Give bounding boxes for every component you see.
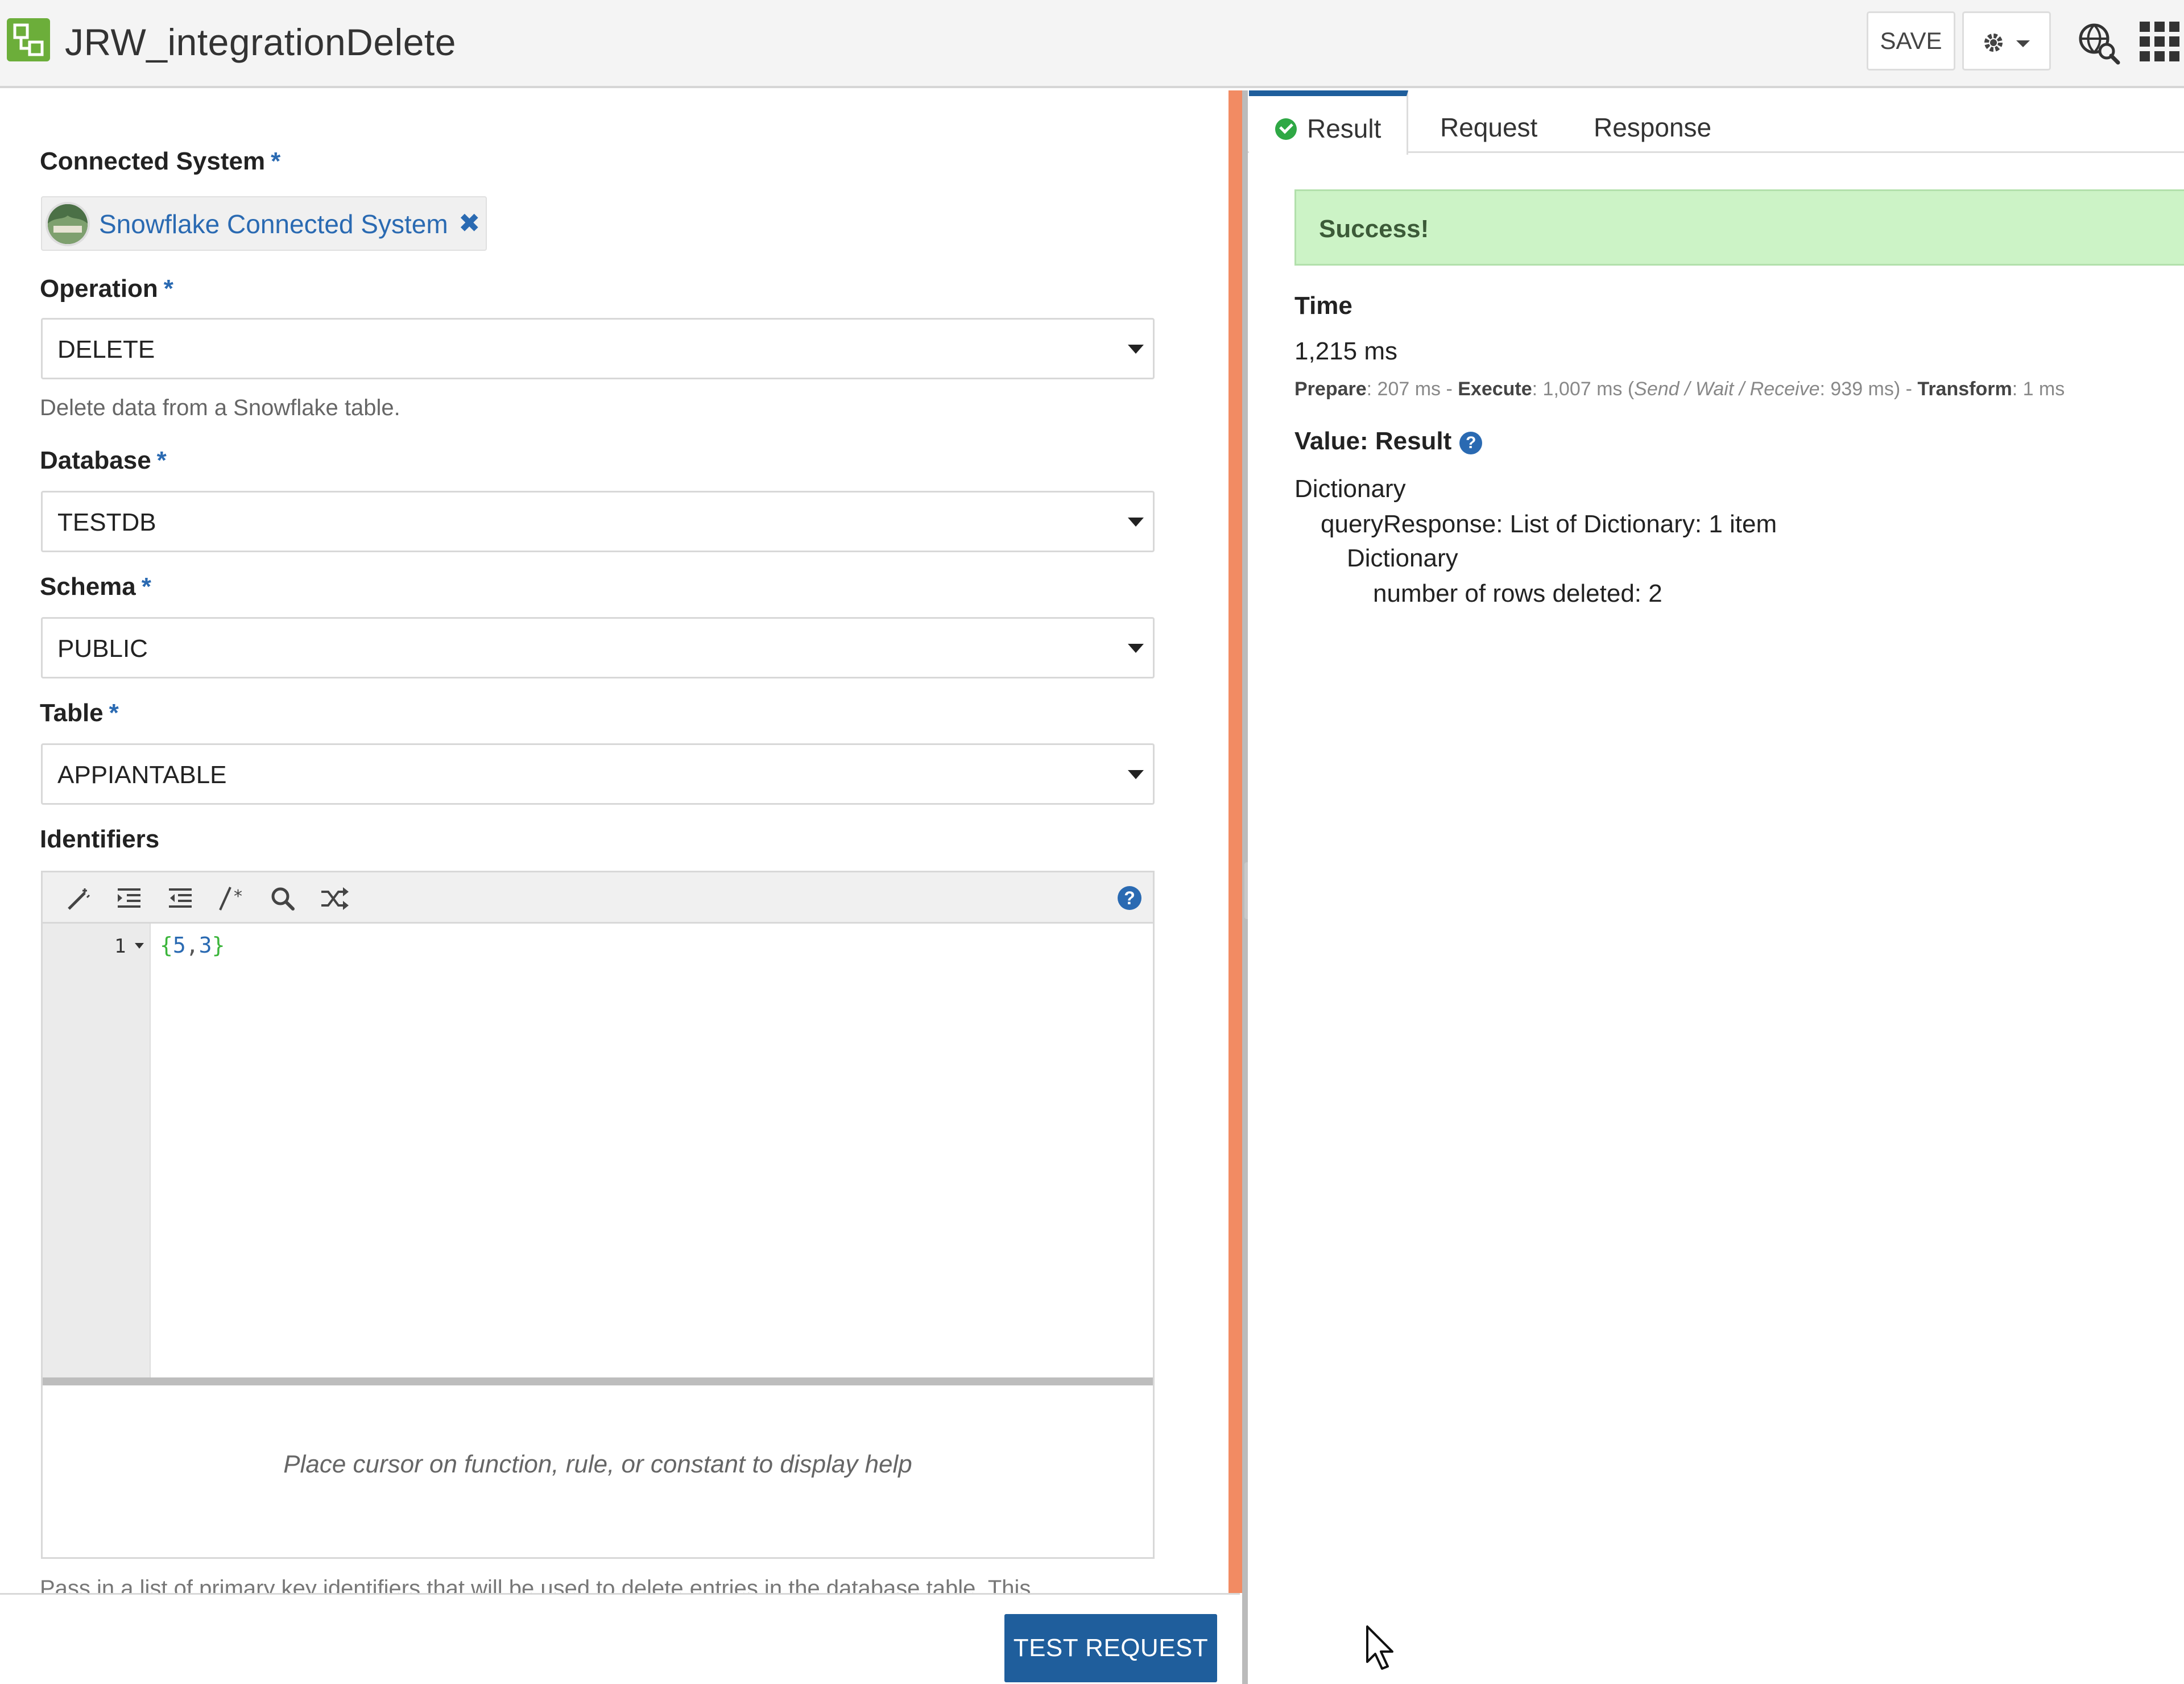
help-icon[interactable]: ? (1118, 886, 1141, 910)
time-heading: Time (1294, 292, 1352, 320)
value-heading: Value: Result? (1294, 427, 1483, 456)
connected-system-label: Connected System * (40, 147, 281, 175)
database-label: Database * (40, 446, 167, 474)
save-button[interactable]: SAVE (1867, 11, 1955, 71)
connected-system-chip[interactable]: Snowflake Connected System ✖ (41, 196, 487, 251)
success-check-icon (1275, 118, 1297, 140)
caret-down-icon (1128, 345, 1144, 354)
expression-editor[interactable]: * ? 1 {5,3} Place cursor on function, ru… (41, 871, 1155, 1559)
total-time: 1,215 ms (1294, 337, 1397, 365)
magic-wand-icon[interactable] (64, 885, 92, 912)
globe-search-icon[interactable] (2076, 20, 2121, 66)
tab-result[interactable]: Result (1249, 90, 1408, 155)
panel-divider[interactable] (1228, 90, 1242, 1593)
table-label: Table * (40, 699, 119, 727)
database-select[interactable]: TESTDB (41, 491, 1155, 552)
outdent-icon[interactable] (167, 885, 194, 912)
identifiers-description: Pass in a list of primary key identifier… (40, 1576, 1031, 1593)
app-header: JRW_integrationDelete SAVE (0, 0, 2184, 88)
settings-menu-button[interactable] (1962, 11, 2051, 71)
line-gutter: 1 (43, 924, 151, 1377)
table-value: APPIANTABLE (57, 761, 227, 789)
integration-logo-icon (7, 18, 50, 61)
identifiers-label: Identifiers (40, 825, 160, 853)
timing-breakdown: Prepare: 207 ms - Execute: 1,007 ms (Sen… (1294, 378, 2065, 400)
tree-node: number of rows deleted: 2 (1373, 580, 1662, 607)
indent-icon[interactable] (115, 885, 143, 912)
schema-value: PUBLIC (57, 635, 148, 663)
tree-node: queryResponse: List of Dictionary: 1 ite… (1321, 510, 1777, 538)
editor-toolbar: * ? (43, 872, 1153, 924)
left-footer: TEST REQUEST (0, 1593, 1240, 1684)
success-message: Success! (1319, 215, 1429, 243)
table-select[interactable]: APPIANTABLE (41, 743, 1155, 805)
gear-icon (1984, 34, 2030, 52)
configuration-panel: Connected System * Snowflake Connected Sy… (0, 90, 1228, 1593)
database-value: TESTDB (57, 508, 156, 536)
caret-down-icon (1128, 644, 1144, 653)
editor-help-pane: Place cursor on function, rule, or const… (43, 1385, 1153, 1557)
schema-select[interactable]: PUBLIC (41, 617, 1155, 678)
operation-instruction: Delete data from a Snowflake table. (40, 395, 400, 420)
schema-label: Schema * (40, 573, 151, 601)
operation-label: Operation * (40, 275, 173, 303)
test-request-button[interactable]: TEST REQUEST (1004, 1614, 1217, 1682)
comment-icon[interactable]: * (218, 885, 250, 912)
caret-down-icon (1128, 770, 1144, 779)
page-title: JRW_integrationDelete (65, 21, 456, 63)
editor-resize-handle[interactable] (43, 1377, 1153, 1385)
line-number: 1 (114, 935, 126, 958)
shuffle-icon[interactable] (320, 885, 350, 912)
apps-grid-icon[interactable] (2140, 22, 2181, 63)
result-tabs: Result Request Response (1248, 90, 2184, 155)
search-icon[interactable] (269, 885, 296, 912)
fold-caret-icon[interactable] (135, 943, 144, 949)
help-icon[interactable]: ? (1459, 432, 1483, 454)
remove-icon[interactable]: ✖ (458, 208, 481, 238)
connected-system-link[interactable]: Snowflake Connected System (99, 209, 448, 239)
result-panel: Result Request Response Success! Time 1,… (1248, 90, 2184, 1684)
tree-node: Dictionary (1347, 544, 1458, 572)
caret-down-icon (1128, 518, 1144, 527)
tree-node: Dictionary (1294, 475, 1406, 503)
tab-request[interactable]: Request (1440, 90, 1537, 153)
svg-text:*: * (234, 887, 242, 907)
operation-value: DELETE (57, 336, 155, 363)
snowflake-system-icon (46, 202, 90, 246)
editor-help-text: Place cursor on function, rule, or const… (283, 1450, 912, 1478)
success-banner: Success! (1294, 189, 2184, 266)
code-line[interactable]: {5,3} (160, 933, 225, 958)
operation-select[interactable]: DELETE (41, 318, 1155, 379)
tab-response[interactable]: Response (1594, 90, 1711, 153)
mouse-cursor-icon (1366, 1625, 1393, 1670)
